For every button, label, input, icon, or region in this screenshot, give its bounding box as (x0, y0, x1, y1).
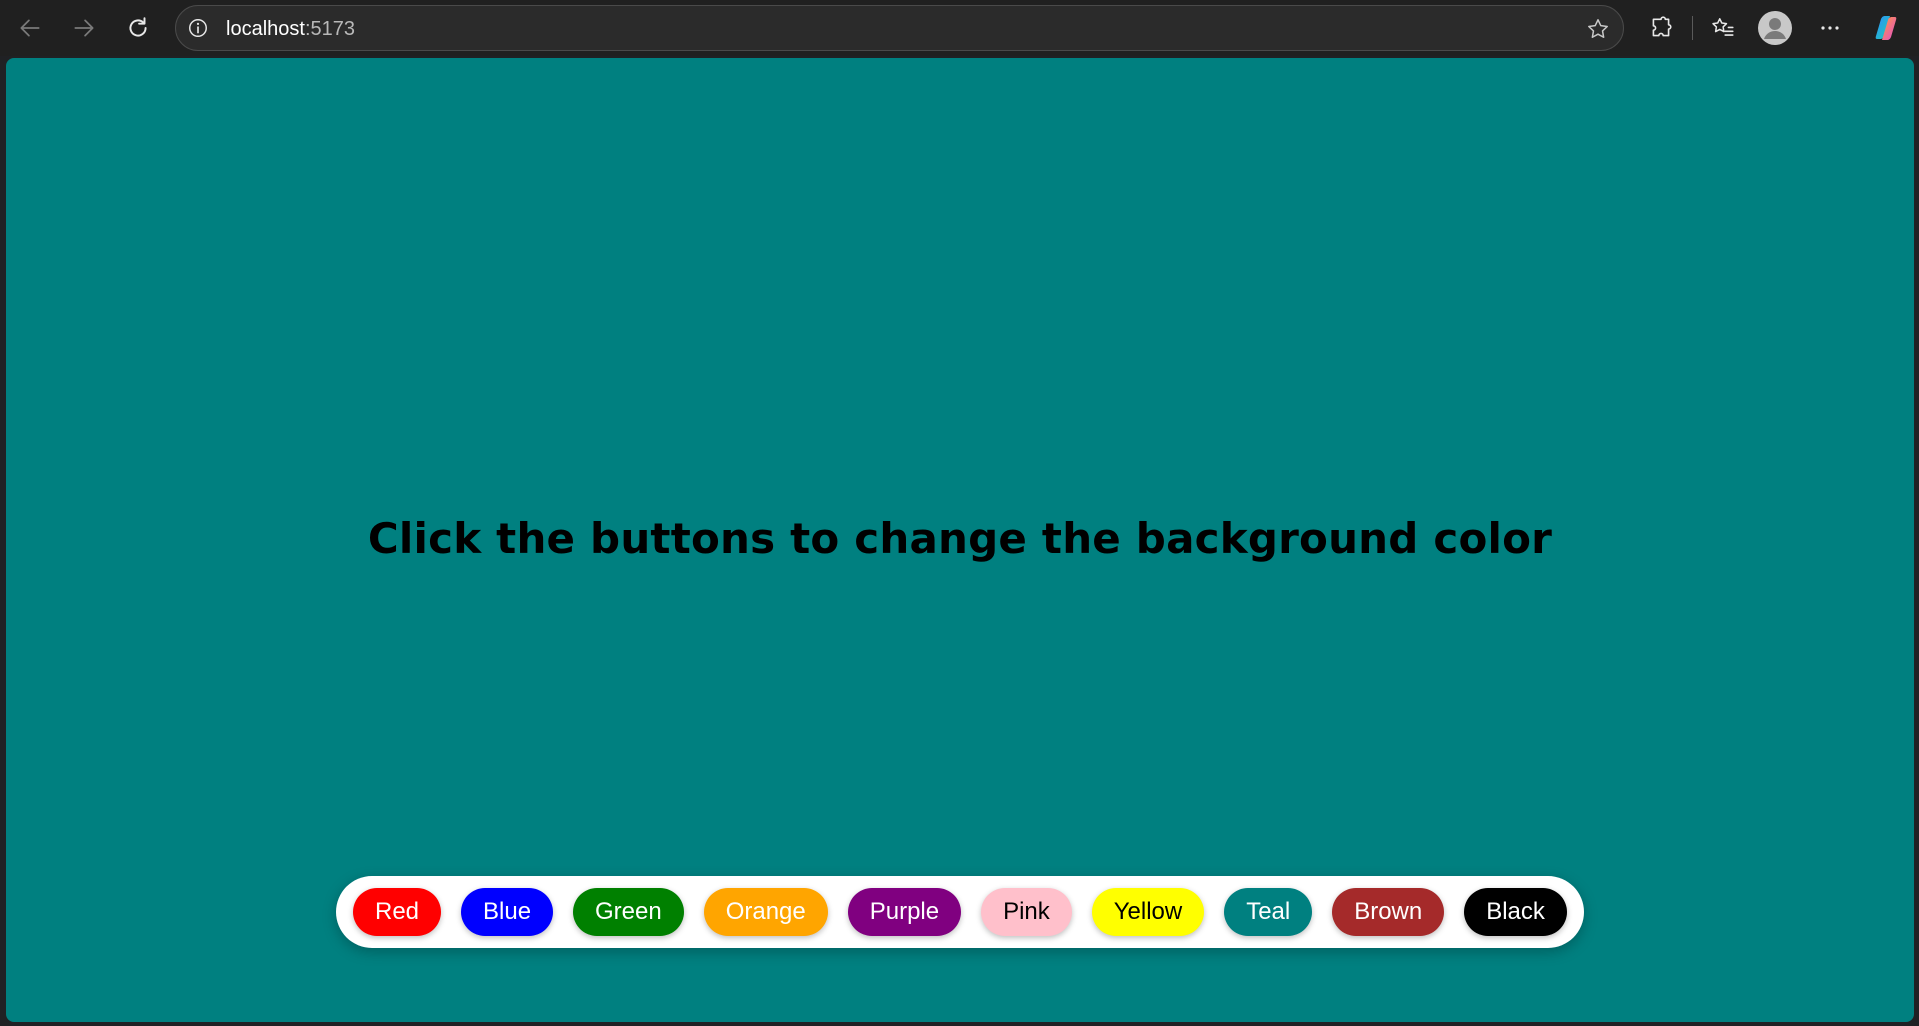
orange-button[interactable]: Orange (703, 888, 828, 936)
address-bar[interactable]: localhost:5173 (175, 5, 1624, 51)
url-text[interactable]: localhost:5173 (226, 18, 355, 41)
url-host: localhost (226, 18, 305, 40)
reload-button[interactable] (118, 8, 158, 48)
browser-toolbar: localhost:5173 (0, 0, 1919, 56)
back-arrow-icon (20, 19, 40, 37)
reload-icon (129, 17, 147, 37)
pink-button[interactable]: Pink (981, 888, 1072, 936)
forward-button[interactable] (64, 8, 104, 48)
avatar-icon[interactable] (1757, 10, 1793, 46)
more-icon[interactable] (1812, 10, 1848, 46)
back-button[interactable] (10, 8, 50, 48)
red-button[interactable]: Red (353, 888, 442, 936)
forward-arrow-icon (74, 19, 94, 37)
purple-button[interactable]: Purple (847, 888, 962, 936)
url-port: :5173 (304, 18, 355, 40)
teal-button[interactable]: Teal (1224, 888, 1313, 936)
brown-button[interactable]: Brown (1332, 888, 1445, 936)
info-icon[interactable] (186, 16, 210, 40)
green-button[interactable]: Green (573, 888, 684, 936)
blue-button[interactable]: Blue (461, 888, 554, 936)
page-heading: Click the buttons to change the backgrou… (367, 514, 1553, 563)
puzzle-icon[interactable] (1643, 10, 1679, 46)
black-button[interactable]: Black (1464, 888, 1567, 936)
page-viewport: Click the buttons to change the backgrou… (6, 58, 1914, 1022)
favorites-icon[interactable] (1705, 10, 1741, 46)
color-button-bar: Red Blue Green Orange Purple Pink Yellow… (336, 876, 1584, 948)
yellow-button[interactable]: Yellow (1091, 888, 1205, 936)
star-icon[interactable] (1583, 14, 1613, 44)
toolbar-divider (1692, 16, 1693, 40)
copilot-icon[interactable] (1868, 10, 1904, 46)
